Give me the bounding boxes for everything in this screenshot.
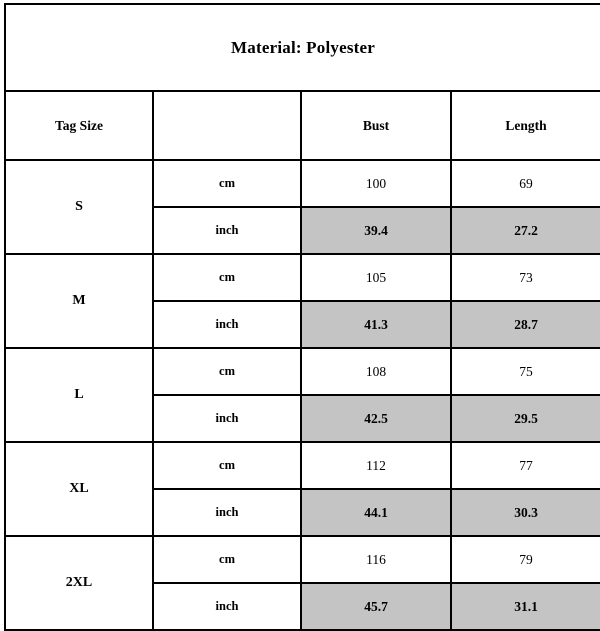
bust-inch-value: 42.5 (300, 394, 452, 443)
material-title: Material: Polyester (3, 3, 600, 92)
unit-label-inch: inch (152, 488, 302, 537)
size-label-2xl: 2XL (4, 535, 154, 631)
length-inch-value: 29.5 (449, 394, 600, 443)
header-unit (152, 90, 302, 161)
bust-cm-value: 108 (300, 347, 452, 396)
bust-cm-value: 116 (300, 535, 452, 584)
size-label-xl: XL (4, 441, 154, 537)
unit-label-cm: cm (152, 441, 302, 490)
size-label-m: M (4, 253, 154, 349)
length-inch-value: 28.7 (449, 300, 600, 349)
length-inch-value: 27.2 (449, 206, 600, 255)
unit-label-inch: inch (152, 582, 302, 631)
length-inch-value: 31.1 (449, 582, 600, 631)
length-cm-value: 79 (449, 535, 600, 584)
bust-cm-value: 100 (300, 159, 452, 208)
bust-inch-value: 45.7 (300, 582, 452, 631)
size-label-s: S (4, 159, 154, 255)
header-bust: Bust (300, 90, 452, 161)
header-tag-size: Tag Size (4, 90, 154, 161)
unit-label-inch: inch (152, 206, 302, 255)
header-length: Length (449, 90, 600, 161)
length-cm-value: 73 (449, 253, 600, 302)
unit-label-cm: cm (152, 253, 302, 302)
unit-label-inch: inch (152, 394, 302, 443)
unit-label-inch: inch (152, 300, 302, 349)
size-chart-container: Material: Polyester Tag Size Bust Length… (0, 0, 600, 631)
table-row: M cm 105 73 (4, 253, 600, 349)
bust-inch-value: 41.3 (300, 300, 452, 349)
header-row: Tag Size Bust Length (4, 90, 600, 161)
table-row: L cm 108 75 (4, 347, 600, 443)
length-cm-value: 69 (449, 159, 600, 208)
unit-label-cm: cm (152, 159, 302, 208)
table-row: S cm 100 69 (4, 159, 600, 255)
unit-label-cm: cm (152, 347, 302, 396)
bust-cm-value: 105 (300, 253, 452, 302)
table-row: XL cm 112 77 (4, 441, 600, 537)
title-row: Material: Polyester (3, 3, 600, 92)
unit-label-cm: cm (152, 535, 302, 584)
table-row: 2XL cm 116 79 (4, 535, 600, 631)
bust-inch-value: 44.1 (300, 488, 452, 537)
length-cm-value: 77 (449, 441, 600, 490)
bust-inch-value: 39.4 (300, 206, 452, 255)
bust-cm-value: 112 (300, 441, 452, 490)
length-cm-value: 75 (449, 347, 600, 396)
size-label-l: L (4, 347, 154, 443)
length-inch-value: 30.3 (449, 488, 600, 537)
size-chart-table: Material: Polyester Tag Size Bust Length… (3, 3, 600, 631)
